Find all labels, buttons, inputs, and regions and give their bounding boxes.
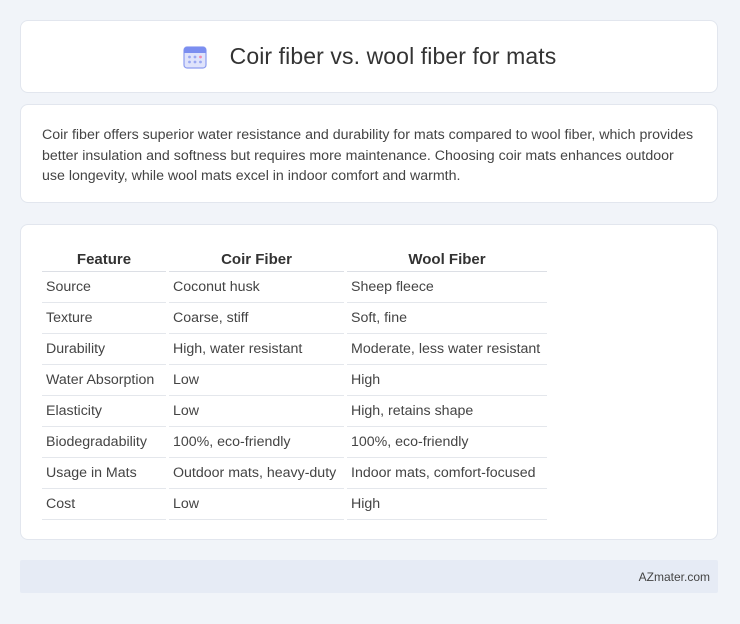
wool-cell: Soft, fine <box>347 303 547 334</box>
coir-cell: 100%, eco-friendly <box>169 427 344 458</box>
feature-cell: Cost <box>42 489 166 520</box>
table-row: Water Absorption Low High <box>42 365 547 396</box>
calendar-icon <box>182 44 208 70</box>
wool-cell: Indoor mats, comfort-focused <box>347 458 547 489</box>
feature-cell: Durability <box>42 334 166 365</box>
wool-cell: 100%, eco-friendly <box>347 427 547 458</box>
column-header-wool-fiber: Wool Fiber <box>347 245 547 272</box>
wool-cell: High, retains shape <box>347 396 547 427</box>
comparison-table: Feature Coir Fiber Wool Fiber Source Coc… <box>39 245 550 520</box>
coir-cell: Low <box>169 489 344 520</box>
column-header-coir-fiber: Coir Fiber <box>169 245 344 272</box>
footer-site-link[interactable]: AZmater.com <box>639 570 710 584</box>
table-row: Biodegradability 100%, eco-friendly 100%… <box>42 427 547 458</box>
table-header-row: Feature Coir Fiber Wool Fiber <box>42 245 547 272</box>
feature-cell: Water Absorption <box>42 365 166 396</box>
coir-cell: Coconut husk <box>169 272 344 303</box>
coir-cell: Coarse, stiff <box>169 303 344 334</box>
feature-cell: Biodegradability <box>42 427 166 458</box>
page-title: Coir fiber vs. wool fiber for mats <box>229 43 557 69</box>
wool-cell: High <box>347 365 547 396</box>
table-row: Texture Coarse, stiff Soft, fine <box>42 303 547 334</box>
summary-card: Coir fiber offers superior water resista… <box>20 104 718 203</box>
table-row: Durability High, water resistant Moderat… <box>42 334 547 365</box>
wool-cell: High <box>347 489 547 520</box>
feature-cell: Usage in Mats <box>42 458 166 489</box>
table-row: Elasticity Low High, retains shape <box>42 396 547 427</box>
title-card: Coir fiber vs. wool fiber for mats <box>20 20 718 93</box>
feature-cell: Texture <box>42 303 166 334</box>
feature-cell: Source <box>42 272 166 303</box>
wool-cell: Moderate, less water resistant <box>347 334 547 365</box>
coir-cell: High, water resistant <box>169 334 344 365</box>
comparison-table-card: Feature Coir Fiber Wool Fiber Source Coc… <box>20 224 718 540</box>
table-row: Source Coconut husk Sheep fleece <box>42 272 547 303</box>
coir-cell: Low <box>169 365 344 396</box>
wool-cell: Sheep fleece <box>347 272 547 303</box>
coir-cell: Outdoor mats, heavy-duty <box>169 458 344 489</box>
feature-cell: Elasticity <box>42 396 166 427</box>
table-row: Usage in Mats Outdoor mats, heavy-duty I… <box>42 458 547 489</box>
summary-text: Coir fiber offers superior water resista… <box>42 127 694 184</box>
table-row: Cost Low High <box>42 489 547 520</box>
column-header-feature: Feature <box>42 245 166 272</box>
footer-bar: AZmater.com <box>20 560 718 593</box>
coir-cell: Low <box>169 396 344 427</box>
